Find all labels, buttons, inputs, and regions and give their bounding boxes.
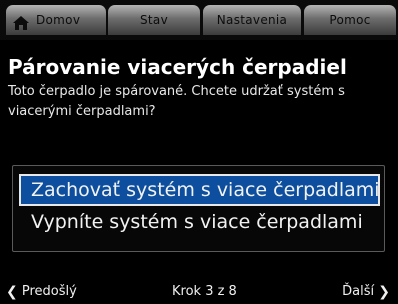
tab-home-label: Domov [36,13,81,27]
tab-help[interactable]: Pomoc [304,5,396,35]
option-keep-multi-pump[interactable]: Zachovať systém s viace čerpadlami [19,174,380,206]
footer-nav: ❮ Predošlý Krok 3 z 8 Ďalší ❯ [0,280,398,304]
previous-label: Predošlý [21,284,77,299]
step-indicator: Krok 3 z 8 [172,284,237,299]
chevron-right-icon: ❯ [378,284,390,300]
next-button[interactable]: Ďalší ❯ [342,280,390,304]
pump-screen: Domov Stav Nastavenia Pomoc Párovanie vi… [0,0,398,304]
page-description: Toto čerpadlo je spárované. Chcete udrža… [8,84,345,119]
previous-button[interactable]: ❮ Predošlý [6,280,77,304]
page-title: Párovanie viacerých čerpadiel [8,55,347,79]
tab-status[interactable]: Stav [108,5,200,35]
option-disable-multi-pump[interactable]: Vypníte systém s viace čerpadlami [19,206,380,238]
tab-settings[interactable]: Nastavenia [203,5,301,35]
chevron-left-icon: ❮ [6,284,18,300]
tab-home[interactable]: Domov [6,5,106,35]
tab-bar: Domov Stav Nastavenia Pomoc [0,0,398,40]
home-icon [12,12,30,30]
option-list: Zachovať systém s viace čerpadlami Vypní… [12,165,385,252]
next-label: Ďalší [342,284,375,299]
